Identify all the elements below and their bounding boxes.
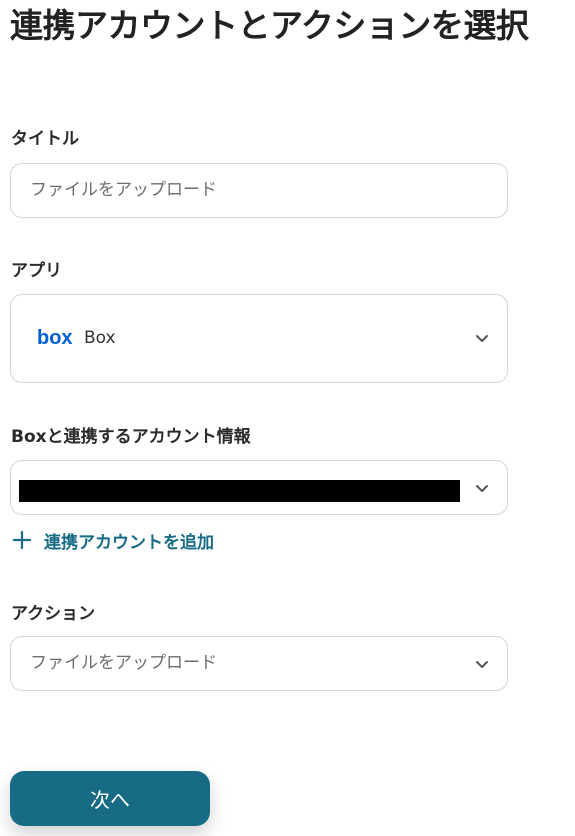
next-button[interactable]: 次へ [10,771,210,826]
action-field-label: アクション [11,604,96,624]
box-logo-icon: box [37,327,73,348]
app-select-value: Box [84,328,116,348]
chevron-down-icon [476,335,488,342]
chevron-down-icon [476,485,488,492]
account-select[interactable] [10,460,508,515]
redacted-account-value [19,480,460,502]
plus-icon [12,530,32,550]
box-logo-text: box [37,327,73,348]
account-field-label: Boxと連携するアカウント情報 [11,427,251,447]
chevron-down-icon [476,661,488,668]
page-title: 連携アカウントとアクションを選択 [10,6,529,45]
app-select[interactable]: box Box [10,294,508,383]
add-account-link[interactable]: 連携アカウントを追加 [12,528,214,553]
title-field-label: タイトル [11,129,79,149]
action-select-value: ファイルをアップロード [30,653,217,673]
action-select[interactable]: ファイルをアップロード [10,636,508,691]
add-account-label: 連携アカウントを追加 [44,532,214,553]
app-field-label: アプリ [11,261,62,281]
title-input-value: ファイルをアップロード [30,180,217,200]
title-input[interactable]: ファイルをアップロード [10,163,508,218]
